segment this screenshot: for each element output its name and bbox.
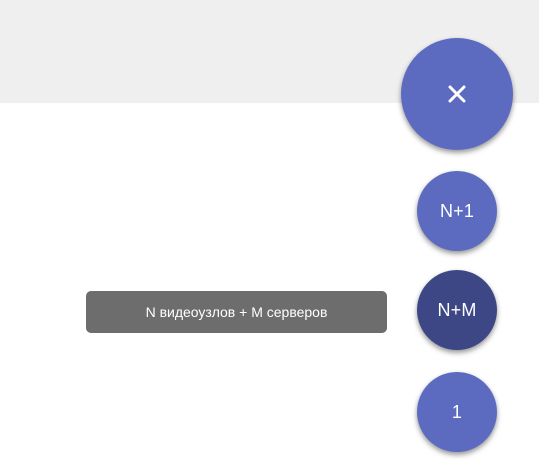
action-label: N+M xyxy=(437,299,477,320)
speed-dial-close-button[interactable] xyxy=(401,38,513,150)
action-label: N+1 xyxy=(439,200,475,221)
action-n-plus-1-button[interactable]: N+1 xyxy=(417,171,497,251)
action-label: 1 xyxy=(451,401,463,422)
action-tooltip: N видеоузлов + M серверов xyxy=(86,291,387,333)
action-1-button[interactable]: 1 xyxy=(417,372,497,452)
close-icon xyxy=(447,84,467,104)
action-n-plus-m-button[interactable]: N+M xyxy=(417,270,497,350)
